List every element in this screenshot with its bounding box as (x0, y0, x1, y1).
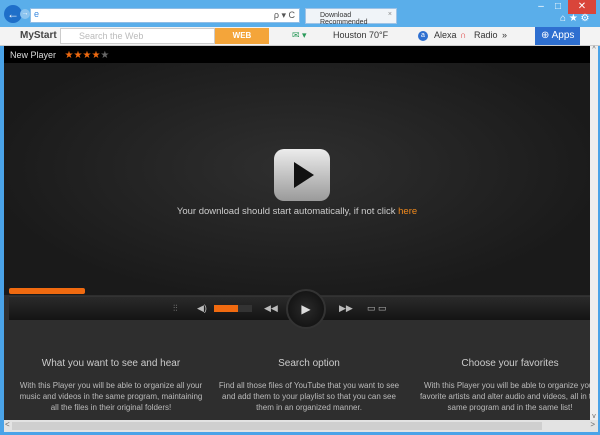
play-button[interactable]: ▶ (286, 289, 326, 329)
rating-stars: ★★★★★ (64, 50, 110, 61)
address-controls[interactable]: ρ ▾ C (274, 10, 295, 21)
page-content: New Player ★★★★★ Your download should st… (4, 46, 590, 420)
scroll-up-icon[interactable]: ^ (590, 46, 598, 53)
feature-text: With this Player you will be able to org… (19, 381, 203, 412)
download-link[interactable]: here (398, 206, 417, 217)
download-message: Your download should start automatically… (176, 206, 418, 217)
feature-text: Find all those files of YouTube that you… (218, 381, 400, 412)
horizontal-scrollbar[interactable]: < > (4, 420, 598, 432)
title-bar: ← → eρ ▾ C Download Recommended × – □ ✕ ⌂… (0, 0, 600, 27)
feature-column: What you want to see and hear With this P… (16, 358, 206, 413)
video-area: Your download should start automatically… (4, 63, 590, 295)
mystart-toolbar: MyStart Search the Web WEB SEARCH ✉ ▾ Ho… (0, 27, 600, 56)
mail-icon[interactable]: ✉ ▾ (292, 30, 307, 41)
forward-button[interactable]: → (20, 9, 30, 19)
scroll-down-icon[interactable]: v (590, 413, 598, 420)
feature-column: Search option Find all those files of You… (214, 358, 404, 413)
progress-bar[interactable] (9, 288, 85, 294)
mystart-logo[interactable]: MyStart (20, 30, 57, 41)
feature-title: What you want to see and hear (41, 358, 181, 369)
scroll-thumb[interactable] (12, 422, 542, 430)
maximize-button[interactable]: □ (550, 0, 566, 14)
close-tab-icon[interactable]: × (388, 11, 392, 18)
radio-button[interactable]: Radio (474, 30, 498, 40)
playlist-icon[interactable]: ▭ ▭ (367, 303, 387, 314)
player-controls: ⫶⫶ ◀) ◀◀ ▶ ▶▶ ▭ ▭ (9, 289, 590, 329)
web-search-button[interactable]: WEB SEARCH (215, 28, 269, 56)
play-icon[interactable] (274, 149, 330, 201)
more-button[interactable]: » (502, 30, 507, 40)
vertical-scrollbar[interactable]: ^ v (590, 46, 598, 420)
ie-page-icon: e (34, 9, 40, 19)
tab-title: Download Recommended (320, 12, 368, 26)
minimize-button[interactable]: – (534, 0, 548, 14)
player-header: New Player ★★★★★ (4, 46, 590, 63)
volume-icon[interactable]: ◀) (197, 303, 207, 314)
close-button[interactable]: ✕ (568, 0, 596, 14)
volume-slider[interactable] (214, 305, 238, 312)
home-star-gear-icons[interactable]: ⌂ ★ ⚙ (560, 13, 590, 24)
feature-title: Choose your favorites (461, 358, 559, 369)
volume-track[interactable] (238, 305, 252, 312)
address-bar[interactable]: e ρ ▾ C (30, 8, 300, 23)
feature-text: With this Player you will be able to org… (419, 381, 590, 412)
feature-column: Choose your favorites With this Player yo… (414, 358, 590, 413)
apps-label: Apps (551, 30, 575, 41)
search-input[interactable]: Search the Web (60, 28, 215, 44)
scroll-left-icon[interactable]: < (5, 420, 10, 429)
scroll-right-icon[interactable]: > (590, 420, 595, 429)
apps-button[interactable]: ⊕ Apps (535, 27, 580, 45)
equalizer-icon[interactable]: ⫶⫶ (173, 303, 178, 314)
browser-tab[interactable]: Download Recommended × (305, 8, 397, 26)
weather-button[interactable]: Houston 70°F (333, 30, 388, 40)
headphones-icon: ∩ (460, 30, 467, 40)
search-placeholder: Search the Web (79, 31, 144, 41)
fast-forward-icon[interactable]: ▶▶ (339, 303, 353, 314)
alexa-icon: a (418, 31, 428, 41)
feature-title: Search option (278, 358, 340, 369)
alexa-button[interactable]: Alexa (434, 30, 457, 40)
rewind-icon[interactable]: ◀◀ (264, 303, 278, 314)
player-title: New Player (10, 50, 57, 60)
